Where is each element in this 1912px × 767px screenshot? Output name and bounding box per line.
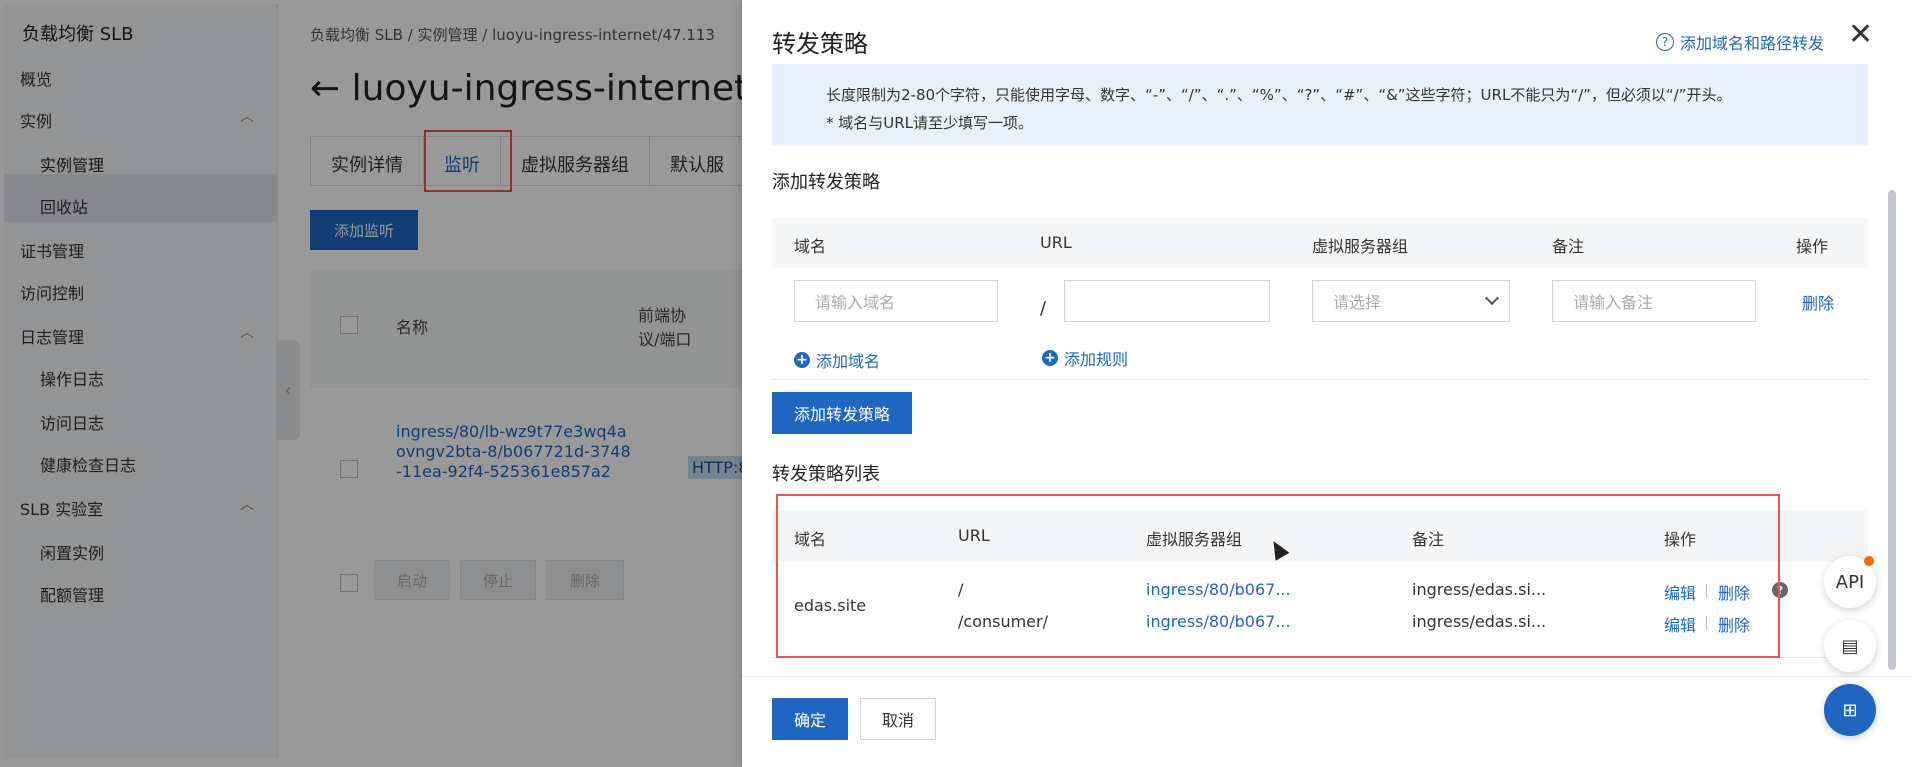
form-header-url: URL (1040, 233, 1072, 252)
question-circle-icon: ? (1656, 33, 1674, 51)
cancel-button[interactable]: 取消 (860, 698, 936, 740)
url-prefix: / (1040, 298, 1047, 319)
help-link[interactable]: ? 添加域名和路径转发 (1656, 30, 1824, 54)
add-policy-button[interactable]: 添加转发策略 (772, 392, 912, 434)
add-rule-link[interactable]: + 添加规则 (1042, 346, 1128, 370)
form-header-action: 操作 (1796, 237, 1829, 256)
policy-list-highlight-box (776, 494, 1780, 658)
form-header-remark: 备注 (1552, 237, 1585, 256)
add-domain-link[interactable]: + 添加域名 (794, 348, 880, 372)
apps-grid-icon: ⊞ (1842, 699, 1858, 721)
notice-box (772, 64, 1868, 146)
policy-list-section-title: 转发策略列表 (772, 464, 880, 485)
add-policy-form: 域名 URL 虚拟服务器组 备注 操作 请输入域名 / 请选择 请输入备注 删除… (772, 218, 1868, 380)
close-icon[interactable]: ✕ (1848, 20, 1873, 50)
modal-overlay[interactable] (0, 0, 742, 767)
drawer-scrollbar[interactable] (1888, 190, 1896, 670)
form-header-domain: 域名 (794, 237, 827, 256)
plus-circle-icon: + (794, 352, 810, 368)
chevron-down-icon (1484, 290, 1500, 306)
plus-circle-icon: + (1042, 350, 1058, 366)
vsg-select[interactable]: 请选择 (1312, 280, 1510, 322)
notice-text-2: * 域名与URL请至少填写一项。 (826, 114, 1034, 132)
apps-float-button[interactable]: ⊞ (1824, 684, 1876, 736)
url-input[interactable] (1064, 280, 1270, 322)
confirm-button[interactable]: 确定 (772, 698, 848, 740)
notice-text-1: 长度限制为2-80个字符，只能使用字母、数字、“-”、“/”、“.”、“%”、“… (826, 86, 1732, 104)
footer-divider (742, 676, 1912, 677)
form-delete-link[interactable]: 删除 (1802, 290, 1834, 314)
add-policy-section-title: 添加转发策略 (772, 172, 880, 193)
domain-input[interactable]: 请输入域名 (794, 280, 998, 322)
chat-float-button[interactable]: ▤ (1824, 620, 1876, 672)
form-header-vsg: 虚拟服务器组 (1312, 237, 1409, 256)
drawer-title: 转发策略 (772, 30, 868, 58)
notification-dot (1864, 556, 1874, 566)
chat-icon: ▤ (1841, 635, 1859, 657)
forwarding-policy-drawer: 转发策略 ? 添加域名和路径转发 ✕ 长度限制为2-80个字符，只能使用字母、数… (742, 0, 1912, 767)
remark-input[interactable]: 请输入备注 (1552, 280, 1756, 322)
